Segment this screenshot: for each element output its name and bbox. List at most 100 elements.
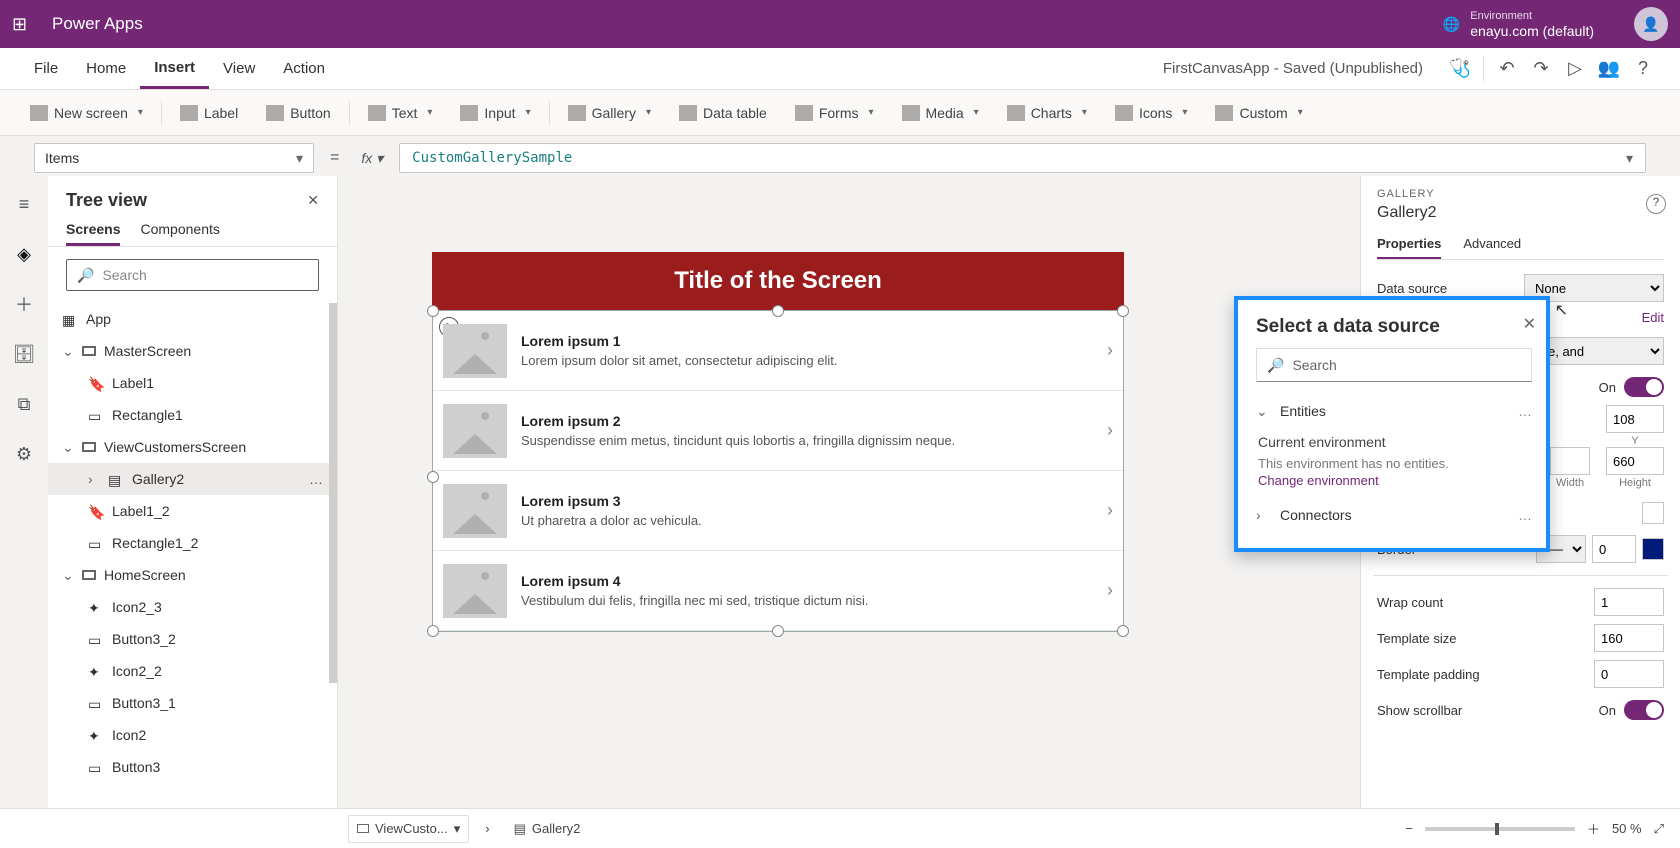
resize-handle[interactable] (1117, 625, 1129, 637)
tab-components[interactable]: Components (140, 221, 219, 246)
resize-handle[interactable] (1117, 305, 1129, 317)
button-button[interactable]: Button (256, 101, 340, 125)
scrollbar[interactable] (329, 303, 337, 683)
property-selector[interactable]: Items▾ (34, 143, 314, 173)
visible-toggle[interactable] (1624, 377, 1664, 397)
entities-section[interactable]: ⌄ Entities … (1256, 396, 1532, 426)
tree-label1[interactable]: 🔖Label1 (48, 367, 337, 399)
chevron-right-icon[interactable]: › (88, 471, 100, 487)
menu-insert[interactable]: Insert (140, 48, 209, 89)
menu-home[interactable]: Home (72, 48, 140, 89)
tree-gallery2[interactable]: ›▤Gallery2… (48, 463, 337, 495)
tab-advanced[interactable]: Advanced (1463, 236, 1521, 259)
insert-icon[interactable]: ＋ (12, 292, 36, 316)
undo-icon[interactable]: ↶ (1490, 48, 1524, 89)
tree-button3[interactable]: ▭Button3 (48, 751, 337, 783)
resize-handle[interactable] (772, 305, 784, 317)
gallery-selection[interactable]: ✎ Lorem ipsum 1Lorem ipsum dolor sit ame… (432, 310, 1124, 632)
play-icon[interactable]: ▷ (1558, 48, 1592, 89)
tree-icon2[interactable]: ✦Icon2 (48, 719, 337, 751)
tree-search[interactable]: 🔎 Search (66, 259, 319, 291)
avatar[interactable]: 👤 (1634, 7, 1668, 41)
zoom-out-icon[interactable]: − (1405, 821, 1413, 836)
menu-file[interactable]: File (20, 48, 72, 89)
connectors-section[interactable]: › Connectors … (1256, 500, 1532, 530)
tab-properties[interactable]: Properties (1377, 236, 1441, 259)
formula-input[interactable]: CustomGallerySample▾ (399, 143, 1646, 173)
chevron-down-icon[interactable]: ⌄ (62, 567, 74, 584)
hamburger-icon[interactable]: ≡ (12, 192, 36, 216)
canvas-area[interactable]: Title of the Screen ✎ Lorem ipsum 1Lorem… (338, 176, 1360, 808)
resize-handle[interactable] (772, 625, 784, 637)
datatable-button[interactable]: Data table (669, 101, 777, 125)
gallery-row[interactable]: Lorem ipsum 2Suspendisse enim metus, tin… (433, 391, 1123, 471)
forms-button[interactable]: Forms (785, 101, 884, 125)
close-icon[interactable]: ✕ (307, 192, 319, 209)
resize-handle[interactable] (427, 305, 439, 317)
scrollbar-toggle[interactable] (1624, 700, 1664, 720)
chevron-down-icon[interactable]: ⌄ (62, 343, 74, 360)
tree-icon2-2[interactable]: ✦Icon2_2 (48, 655, 337, 687)
help-icon[interactable]: ? (1646, 194, 1666, 214)
more-icon[interactable]: … (1518, 507, 1532, 523)
icons-button[interactable]: Icons (1105, 101, 1198, 125)
label-button[interactable]: Label (170, 101, 248, 125)
tab-screens[interactable]: Screens (66, 221, 120, 246)
tree-app[interactable]: ▦App (48, 303, 337, 335)
change-environment-link[interactable]: Change environment (1258, 473, 1532, 488)
screen-selector[interactable]: ViewCusto...▾ (348, 815, 469, 843)
tree-masterscreen[interactable]: ⌄MasterScreen (48, 335, 337, 367)
tree-button3-2[interactable]: ▭Button3_2 (48, 623, 337, 655)
tree-view-icon[interactable]: ◈ (12, 242, 36, 266)
app-checker-icon[interactable]: 🩺 (1443, 48, 1477, 89)
y-input[interactable] (1606, 405, 1664, 433)
tree-rectangle1-2[interactable]: ▭Rectangle1_2 (48, 527, 337, 559)
data-icon[interactable]: 🗄 (12, 342, 36, 366)
border-width-input[interactable] (1592, 535, 1636, 563)
more-icon[interactable]: … (1518, 403, 1532, 419)
canvas-screen[interactable]: Title of the Screen ✎ Lorem ipsum 1Lorem… (432, 252, 1124, 632)
template-padding-input[interactable] (1594, 660, 1664, 688)
tree-viewcustomers[interactable]: ⌄ViewCustomersScreen (48, 431, 337, 463)
redo-icon[interactable]: ↷ (1524, 48, 1558, 89)
waffle-icon[interactable]: ⊞ (12, 14, 52, 35)
tree-button3-1[interactable]: ▭Button3_1 (48, 687, 337, 719)
share-icon[interactable]: 👥 (1592, 48, 1626, 89)
charts-button[interactable]: Charts (997, 101, 1097, 125)
help-icon[interactable]: ? (1626, 48, 1660, 89)
chevron-right-icon[interactable]: › (1107, 420, 1113, 441)
menu-action[interactable]: Action (269, 48, 339, 89)
menu-view[interactable]: View (209, 48, 269, 89)
gallery-row[interactable]: Lorem ipsum 1Lorem ipsum dolor sit amet,… (433, 311, 1123, 391)
text-button[interactable]: Text (358, 101, 443, 125)
new-screen-button[interactable]: New screen (20, 101, 153, 125)
tree-label1-2[interactable]: 🔖Label1_2 (48, 495, 337, 527)
resize-handle[interactable] (427, 625, 439, 637)
gallery-row[interactable]: Lorem ipsum 4Vestibulum dui felis, fring… (433, 551, 1123, 631)
custom-button[interactable]: Custom (1205, 101, 1312, 125)
border-color-swatch[interactable] (1642, 538, 1664, 560)
media-button[interactable]: Media (892, 101, 989, 125)
chevron-right-icon[interactable]: › (1107, 500, 1113, 521)
selection-crumb[interactable]: ▤Gallery2 (506, 815, 589, 843)
zoom-in-icon[interactable]: ＋ (1587, 819, 1600, 838)
chevron-down-icon[interactable]: ⌄ (62, 439, 74, 456)
gallery-button[interactable]: Gallery (558, 101, 661, 125)
gallery-row[interactable]: Lorem ipsum 3Ut pharetra a dolor ac vehi… (433, 471, 1123, 551)
template-size-input[interactable] (1594, 624, 1664, 652)
zoom-slider[interactable] (1425, 827, 1575, 831)
height-input[interactable] (1606, 447, 1664, 475)
fit-icon[interactable]: ⤢ (1654, 821, 1664, 837)
close-icon[interactable]: ✕ (1523, 314, 1536, 334)
chevron-right-icon[interactable]: › (1107, 340, 1113, 361)
tree-icon2-3[interactable]: ✦Icon2_3 (48, 591, 337, 623)
fx-icon[interactable]: fx ▾ (355, 150, 389, 167)
resize-handle[interactable] (427, 471, 439, 483)
input-button[interactable]: Input (450, 101, 540, 125)
tools-icon[interactable]: ⚙ (12, 442, 36, 466)
wrap-count-input[interactable] (1594, 588, 1664, 616)
tree-homescreen[interactable]: ⌄HomeScreen (48, 559, 337, 591)
more-icon[interactable]: … (309, 471, 323, 487)
color-swatch[interactable] (1642, 502, 1664, 524)
chevron-right-icon[interactable]: › (1107, 580, 1113, 601)
